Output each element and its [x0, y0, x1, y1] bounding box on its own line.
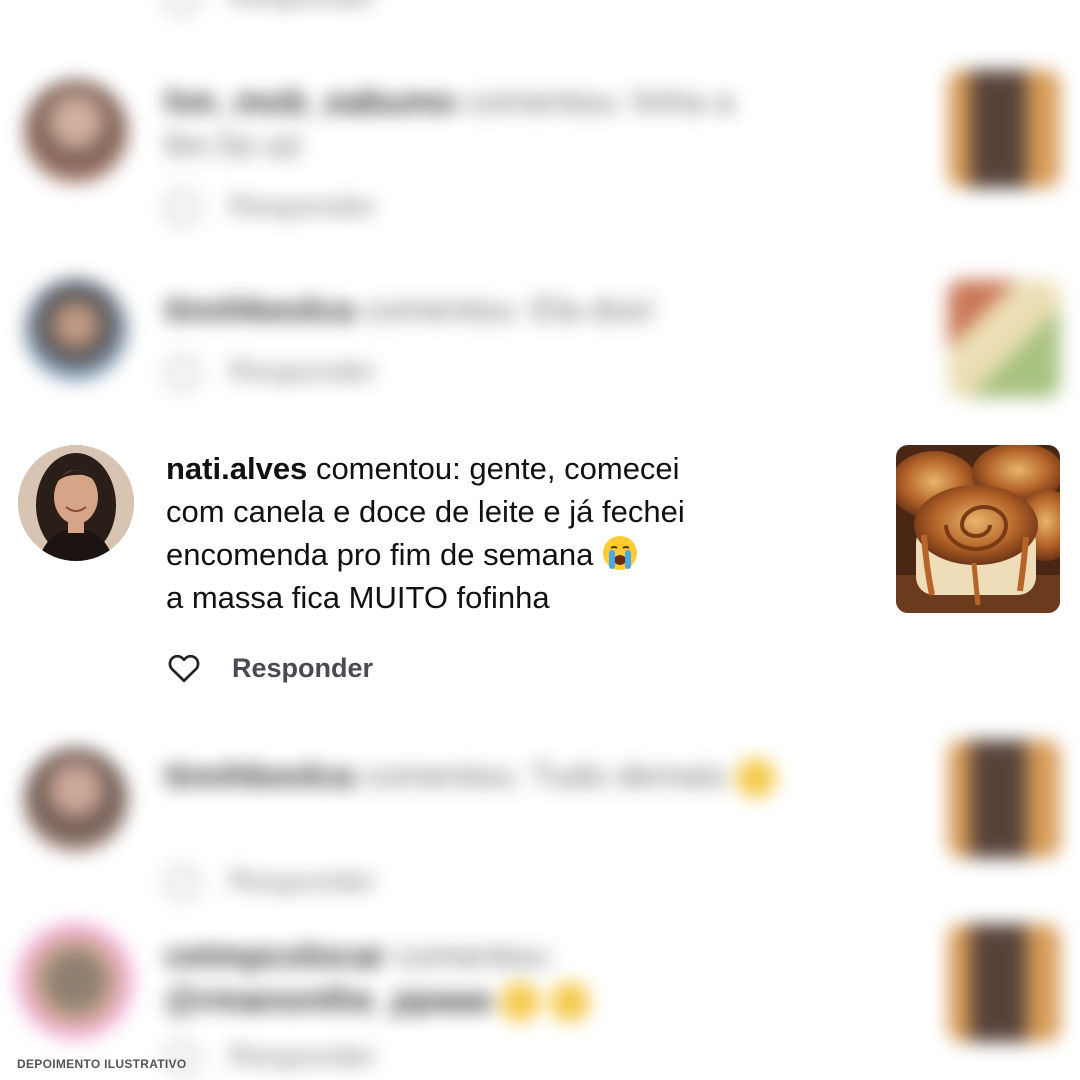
disclaimer-label: DEPOIMENTO ILUSTRATIVO [17, 1057, 187, 1071]
comment-line: a massa fica MUITO fofinha [166, 580, 550, 615]
thumbnail [948, 740, 1060, 858]
comments-screen: Responder hm_mob_eabumo comentou: linha … [0, 0, 1080, 1080]
comment-line: encomenda pro fim de semana [166, 537, 594, 572]
avatar[interactable] [18, 445, 134, 561]
comment-action: comentou: [315, 451, 461, 486]
comment-line: com canela e doce de leite e já fechei [166, 494, 685, 529]
thumbnail [948, 70, 1060, 188]
crying-face-emoji-icon [602, 536, 637, 570]
heart-icon [165, 191, 199, 226]
avatar [24, 748, 128, 852]
emoji-icon [549, 982, 590, 1023]
heart-icon [165, 0, 199, 16]
username: hm_mob_eabumo [165, 83, 456, 121]
username: cetmpcolocar [165, 937, 387, 975]
avatar [24, 80, 128, 184]
reply-button[interactable]: Responder [232, 653, 373, 684]
comment-text: nati.alves comentou: gente, comecei com … [166, 447, 866, 619]
blurred-comment-top: Responder [0, 0, 1080, 20]
focused-comment: nati.alves comentou: gente, comecei com … [0, 440, 1080, 690]
avatar-photo [18, 445, 134, 561]
avatar [24, 278, 128, 382]
avatar [16, 922, 134, 1040]
thumbnail [948, 280, 1060, 398]
thumbnail [948, 924, 1060, 1042]
username[interactable]: nati.alves [166, 451, 307, 486]
heart-icon [165, 356, 199, 391]
blurred-comment: tinnhkeolca comentou: Tudo demais Respon… [0, 730, 1080, 910]
blurred-comment: cetmpcolocar comentou: @rmanonthe_ppaaa … [0, 910, 1080, 1080]
blurred-comment: tinnhkeolca comentou: Ela dos! Responder [0, 260, 1080, 410]
comment-line: gente, comecei [469, 451, 680, 486]
heart-outline-icon[interactable] [166, 650, 202, 686]
username: tinnhkeolca [165, 757, 354, 795]
emoji-icon [500, 982, 541, 1023]
emoji-icon [735, 758, 776, 799]
username: tinnhkeolca [165, 291, 354, 329]
comment-actions: Responder [166, 648, 373, 688]
cinnamon-roll-photo [896, 445, 1060, 613]
blurred-comment: hm_mob_eabumo comentou: linha a fim foi … [0, 60, 1080, 250]
post-thumbnail[interactable] [896, 445, 1060, 613]
heart-icon [165, 866, 199, 901]
